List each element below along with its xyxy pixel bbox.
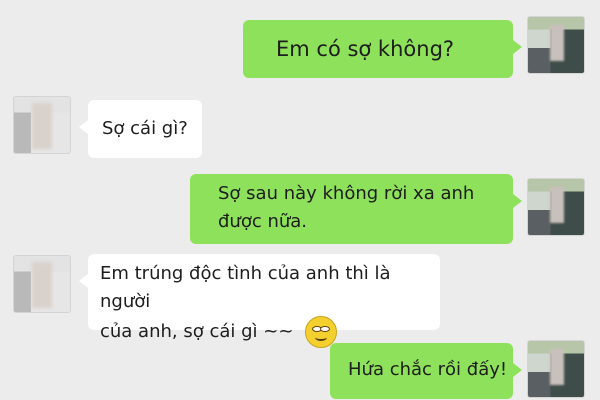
chat-bubble-received[interactable]: Sợ cái gì? [79, 100, 202, 158]
avatar[interactable] [13, 255, 71, 313]
message-text: Sợ sau này không rời xa anh [218, 183, 475, 204]
chat-bubble-sent[interactable]: Em có sợ không? [243, 20, 522, 78]
avatar[interactable] [527, 340, 585, 398]
chat-bubble-sent[interactable]: Sợ sau này không rời xa anh được nữa. [190, 174, 522, 244]
avatar[interactable] [13, 96, 71, 154]
message-text: Sợ cái gì? [102, 118, 188, 139]
chat-window: Em có sợ không? Sợ cái gì? Sợ sau này kh… [0, 0, 600, 400]
avatar[interactable] [527, 178, 585, 236]
message-text: Hứa chắc rồi đấy! [348, 359, 508, 380]
message-text: được nữa. [218, 211, 308, 232]
chat-bubble-sent[interactable]: Hứa chắc rồi đấy! [330, 343, 522, 399]
avatar[interactable] [527, 16, 585, 74]
message-text: Em có sợ không? [276, 37, 455, 61]
chat-bubble-received[interactable]: Em trúng độc tình của anh thì là người c… [79, 254, 440, 348]
message-text: Em trúng độc tình của anh thì là người [100, 263, 391, 312]
